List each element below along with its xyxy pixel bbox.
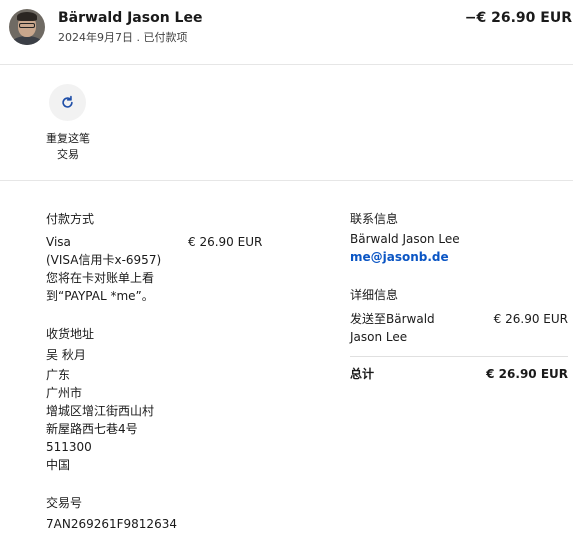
avatar xyxy=(9,9,45,45)
payment-method-line: 到“PAYPAL *me”。 xyxy=(46,289,154,303)
ship-to-line: 发送至Bärwald xyxy=(350,312,435,326)
contact-info-heading: 联系信息 xyxy=(350,212,399,226)
ship-to-amount: € 26.90 EUR xyxy=(493,312,568,326)
action-area: 重复这笔 交易 xyxy=(0,65,573,181)
repeat-transaction-button[interactable] xyxy=(49,84,86,121)
payment-method-line: Visa xyxy=(46,235,71,249)
merchant-name: Bärwald Jason Lee xyxy=(58,10,203,26)
address-line: 广东 xyxy=(46,368,71,382)
address-line: 中国 xyxy=(46,458,71,472)
transaction-id: 7AN269261F9812634 xyxy=(46,517,177,531)
transaction-date-status: 2024年9月7日 . 已付款项 xyxy=(58,31,188,44)
address-line: 新屋路西七巷4号 xyxy=(46,422,138,436)
repeat-transaction-label[interactable]: 重复这笔 交易 xyxy=(36,131,100,163)
ship-to-line: Jason Lee xyxy=(350,330,408,344)
transaction-amount: −€ 26.90 EUR xyxy=(464,10,572,26)
payment-method-heading: 付款方式 xyxy=(46,212,95,226)
payment-amount: € 26.90 EUR xyxy=(188,235,263,249)
address-line: 广州市 xyxy=(46,386,83,400)
details-divider xyxy=(350,356,568,357)
repeat-icon xyxy=(62,95,73,108)
address-line: 吴 秋月 xyxy=(46,348,86,362)
contact-name: Bärwald Jason Lee xyxy=(350,232,460,246)
payment-method-line: (VISA信用卡x-6957) xyxy=(46,253,162,267)
total-amount: € 26.90 EUR xyxy=(486,367,568,381)
address-line: 511300 xyxy=(46,440,92,454)
details-heading: 详细信息 xyxy=(350,288,399,302)
payment-method-line: 您将在卡对账单上看 xyxy=(46,271,155,285)
address-line: 增城区增江街西山村 xyxy=(46,404,155,418)
transaction-id-heading: 交易号 xyxy=(46,496,83,510)
contact-email-link[interactable]: me@jasonb.de xyxy=(350,249,449,267)
shipping-address-heading: 收货地址 xyxy=(46,327,95,341)
transaction-header: Bärwald Jason Lee 2024年9月7日 . 已付款项 −€ 26… xyxy=(0,0,573,65)
total-label: 总计 xyxy=(350,367,375,381)
